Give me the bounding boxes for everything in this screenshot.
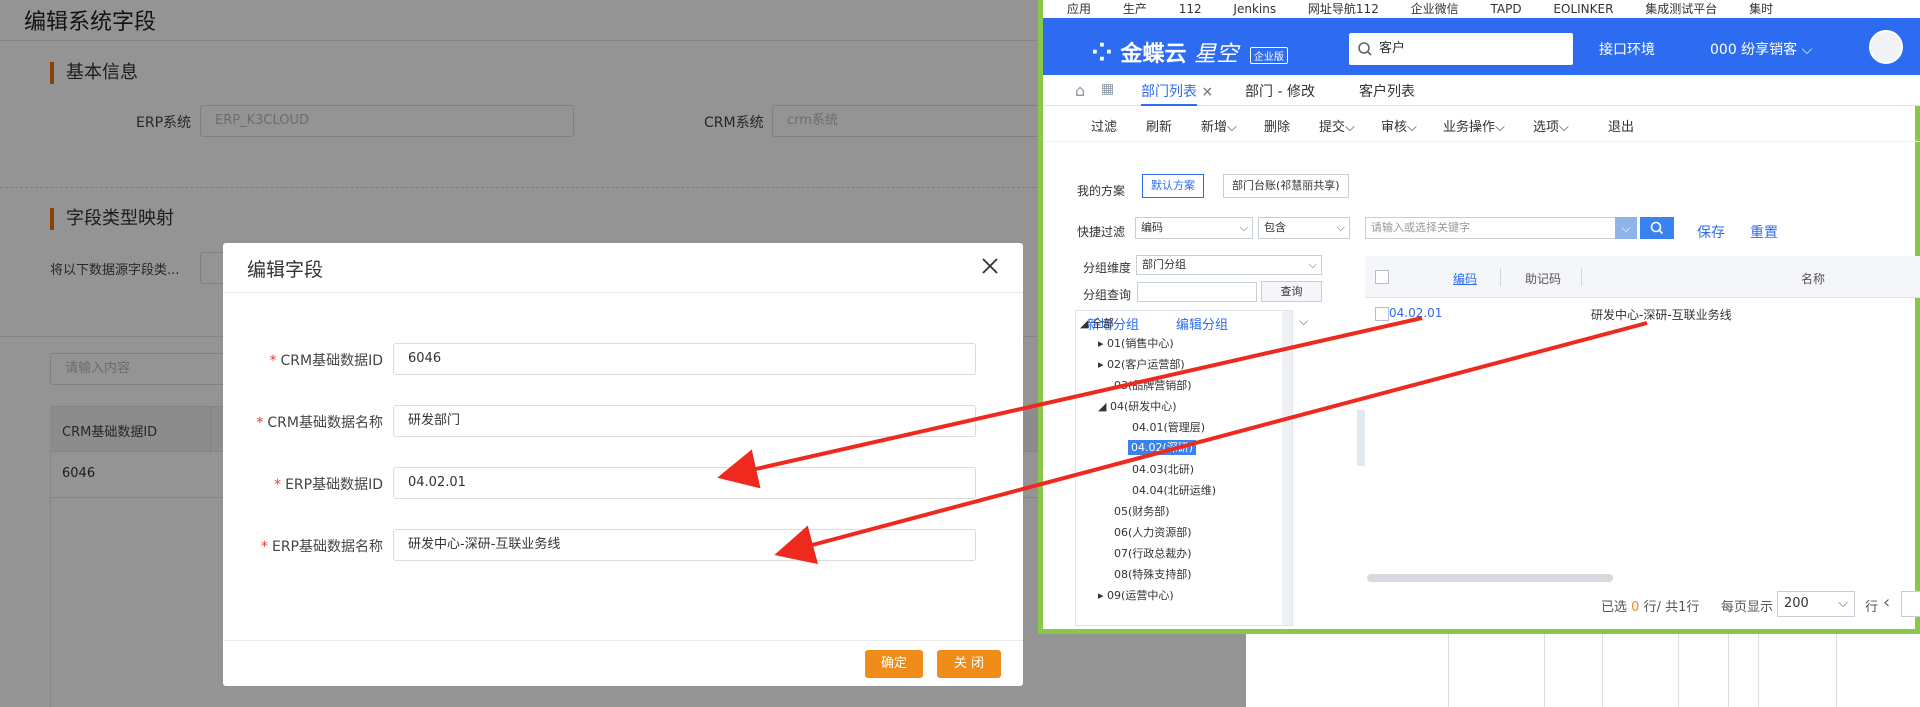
arrow-code-to-erp-id (717, 316, 1423, 489)
arrow-name-to-erp-name (774, 321, 1648, 565)
annotation-arrows (717, 316, 1648, 565)
